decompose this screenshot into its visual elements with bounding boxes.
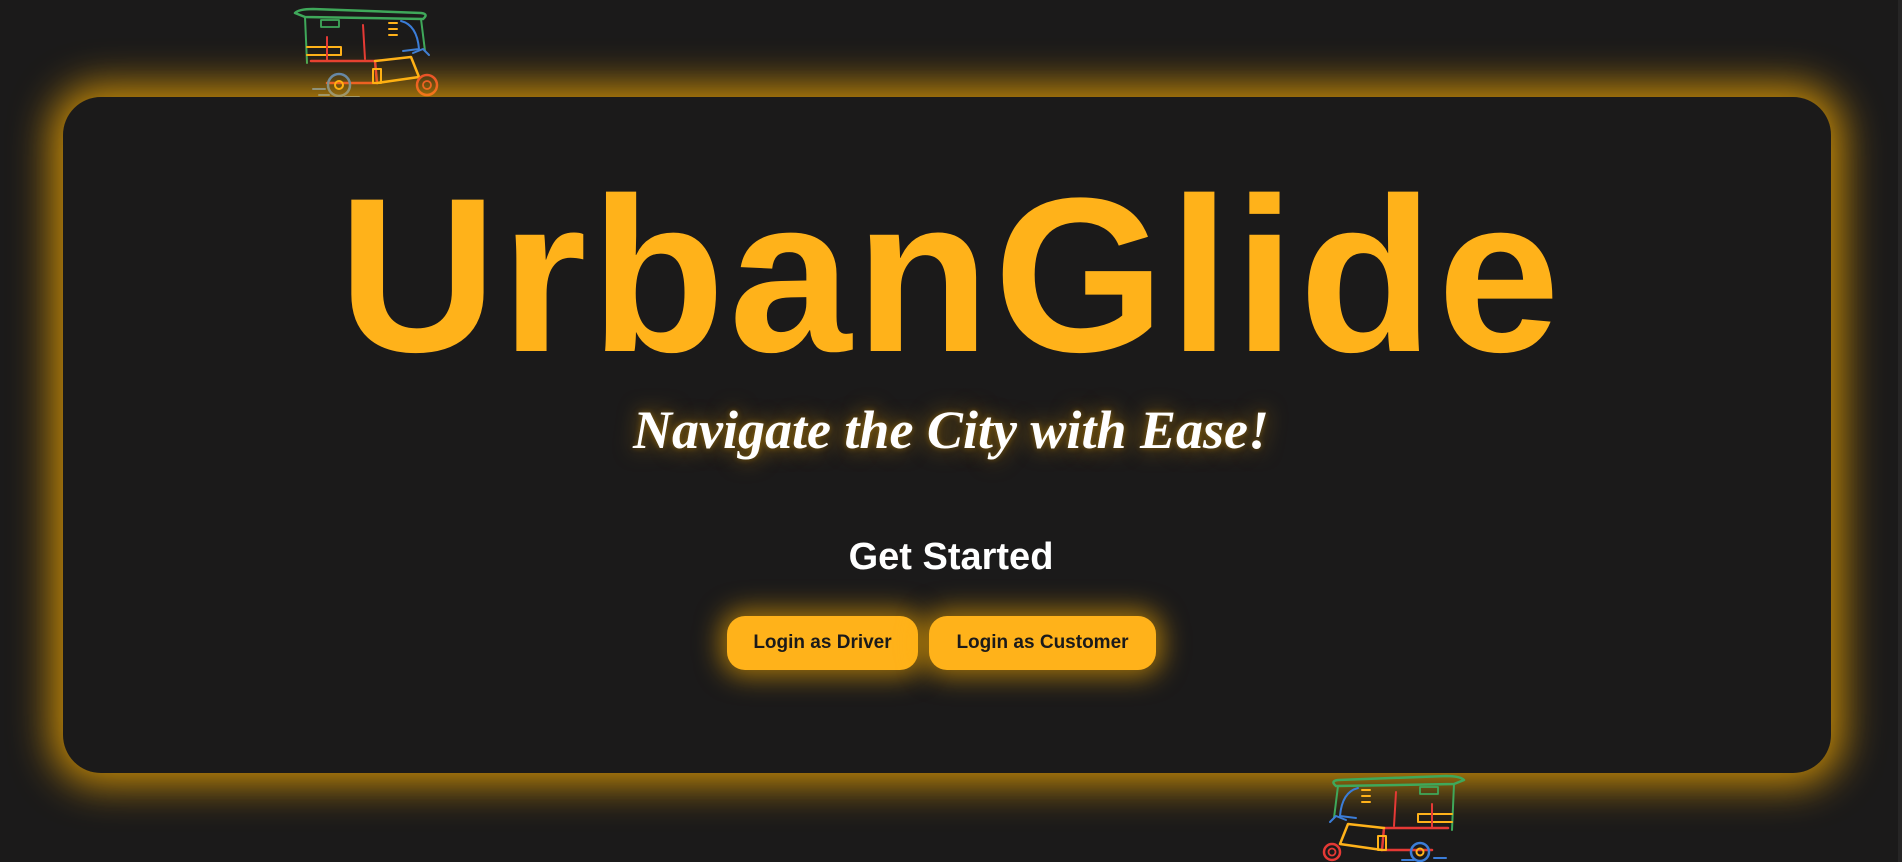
tagline: Navigate the City with Ease!	[632, 400, 1269, 460]
auto-rickshaw-icon	[1313, 770, 1468, 862]
login-driver-button[interactable]: Login as Driver	[727, 616, 918, 670]
get-started-heading: Get Started	[848, 536, 1054, 578]
login-customer-button[interactable]: Login as Customer	[929, 616, 1156, 670]
scrollbar-track[interactable]	[1898, 0, 1902, 862]
auto-rickshaw-icon	[291, 3, 446, 99]
brand-title: UrbanGlide	[338, 152, 1564, 398]
